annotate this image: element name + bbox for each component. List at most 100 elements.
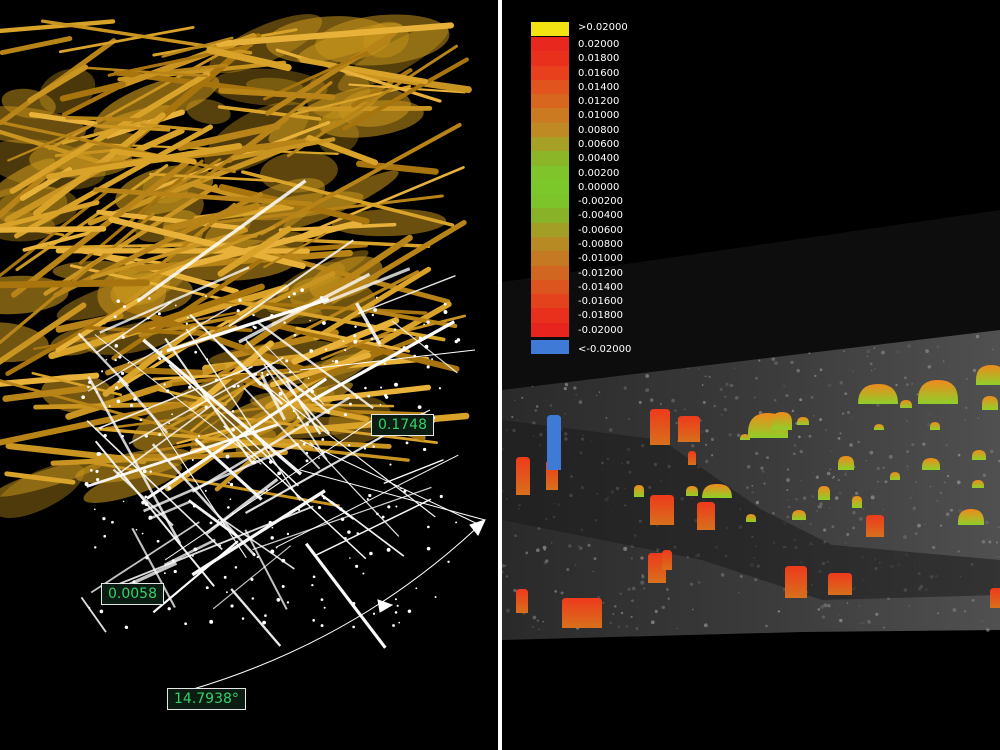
surface-speck xyxy=(550,542,553,544)
surface-speck xyxy=(819,418,823,422)
white-speck xyxy=(319,296,324,300)
white-speck xyxy=(447,560,450,563)
surface-speck xyxy=(605,417,608,419)
white-speck xyxy=(343,536,347,540)
white-speck xyxy=(352,625,355,629)
white-speck xyxy=(204,405,208,409)
white-speck xyxy=(250,577,254,581)
white-speck xyxy=(268,520,272,525)
surface-speck xyxy=(697,581,701,584)
deviation-map-view[interactable]: >0.02000 0.02000 0.01800 0.01600 0.01400 0.0… xyxy=(502,0,1000,750)
surface-speck xyxy=(754,396,756,399)
surface-speck xyxy=(602,602,605,604)
surface-speck xyxy=(932,340,935,343)
white-speck xyxy=(367,394,371,398)
gold-fiber xyxy=(0,279,150,289)
white-speck xyxy=(127,361,130,364)
white-speck xyxy=(347,530,351,534)
white-speck xyxy=(142,469,147,474)
legend-swatch xyxy=(531,94,569,109)
surface-speck xyxy=(703,623,708,628)
white-speck xyxy=(455,521,458,524)
surface-speck xyxy=(705,429,709,433)
white-speck xyxy=(443,309,448,314)
surface-speck xyxy=(793,452,796,456)
surface-speck xyxy=(791,409,795,413)
surface-speck xyxy=(623,546,628,551)
white-speck xyxy=(424,344,429,349)
white-speck xyxy=(264,614,267,617)
surface-speck xyxy=(587,543,591,547)
surface-speck xyxy=(536,619,540,622)
surface-speck xyxy=(956,480,961,485)
surface-speck xyxy=(838,613,841,616)
surface-speck xyxy=(942,360,945,363)
surface-speck xyxy=(882,508,885,511)
white-fiber xyxy=(230,588,282,647)
surface-speck xyxy=(851,526,856,530)
surface-speck xyxy=(936,345,940,349)
surface-speck xyxy=(995,347,998,350)
surface-speck xyxy=(777,610,781,613)
surface-speck xyxy=(844,470,848,474)
white-speck xyxy=(121,335,125,339)
white-speck xyxy=(114,358,117,362)
white-speck xyxy=(320,624,324,628)
surface-speck xyxy=(538,628,541,631)
angle-measurement-label[interactable]: 14.7938° xyxy=(167,688,246,710)
legend-swatch xyxy=(531,222,569,238)
surface-speck xyxy=(978,494,981,497)
surface-speck xyxy=(839,618,843,623)
surface-speck xyxy=(766,456,770,460)
fiber-volume-view[interactable]: 0.1748 0.0058 14.7938° xyxy=(0,0,498,750)
white-speck xyxy=(221,419,224,422)
white-speck xyxy=(322,496,327,500)
surface-speck xyxy=(630,557,634,560)
white-speck xyxy=(389,463,392,466)
white-speck xyxy=(262,620,266,625)
surface-speck xyxy=(952,608,957,612)
surface-speck xyxy=(609,621,612,625)
surface-speck xyxy=(697,368,700,371)
white-speck xyxy=(305,423,309,427)
white-speck xyxy=(144,502,149,507)
legend-step-label: -0.01200 xyxy=(578,267,623,279)
white-speck xyxy=(94,546,97,549)
white-speck xyxy=(311,583,314,587)
negative-deviation-marker xyxy=(547,415,561,470)
surface-speck xyxy=(922,522,927,526)
surface-speck xyxy=(965,525,967,528)
surface-speck xyxy=(619,592,622,595)
white-speck xyxy=(394,598,397,601)
legend-step-label: 0.00000 xyxy=(578,181,620,193)
surface-speck xyxy=(531,385,534,388)
white-speck xyxy=(173,569,177,574)
surface-speck xyxy=(910,489,915,493)
white-speck xyxy=(297,416,300,419)
gap-measurement-label[interactable]: 0.0058 xyxy=(101,583,164,605)
legend-swatch xyxy=(531,179,569,195)
white-speck xyxy=(95,469,99,473)
white-speck xyxy=(103,433,107,438)
surface-speck xyxy=(869,450,874,455)
white-speck xyxy=(415,587,418,590)
surface-speck xyxy=(535,548,540,553)
legend-step-label: 0.00800 xyxy=(578,124,620,136)
surface-speck xyxy=(623,386,627,390)
white-speck xyxy=(116,299,121,303)
white-speck xyxy=(149,470,152,473)
thickness-measurement-label[interactable]: 0.1748 xyxy=(371,414,434,436)
white-speck xyxy=(223,575,227,579)
surface-speck xyxy=(761,470,765,473)
white-speck xyxy=(354,325,357,328)
positive-deviation-marker xyxy=(746,514,756,522)
surface-speck xyxy=(733,367,736,370)
white-speck xyxy=(144,434,148,438)
white-speck xyxy=(368,493,372,498)
legend-step-label: 0.01400 xyxy=(578,81,620,93)
color-legend: >0.02000 0.02000 0.01800 0.01600 0.01400 0.0… xyxy=(531,22,671,358)
surface-speck xyxy=(907,468,909,471)
surface-speck xyxy=(719,387,723,391)
legend-swatch xyxy=(531,122,569,138)
surface-speck xyxy=(758,359,761,362)
